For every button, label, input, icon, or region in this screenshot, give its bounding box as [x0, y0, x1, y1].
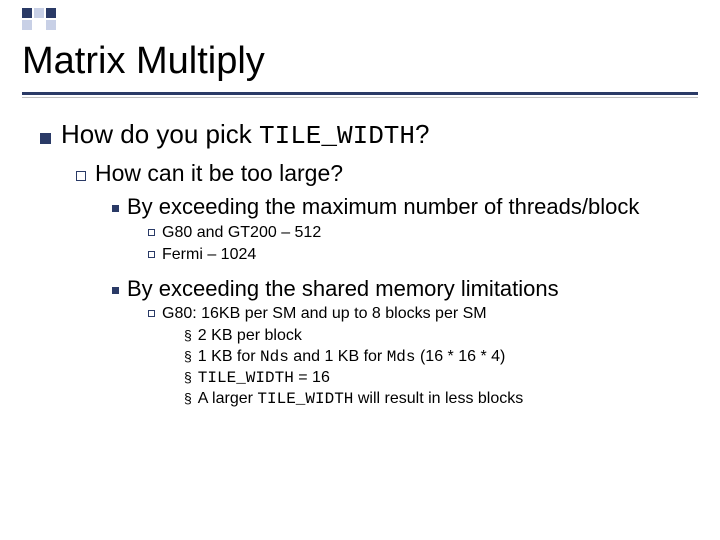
divider-thin	[22, 97, 698, 98]
text: G80 and GT200 – 512	[162, 224, 321, 241]
slide: Matrix Multiply How do you pick TILE_WID…	[0, 0, 720, 540]
slide-title: Matrix Multiply	[22, 40, 265, 83]
code-text: Nds	[260, 348, 289, 366]
code-text: TILE_WIDTH	[257, 390, 353, 408]
text: will result in less blocks	[353, 390, 523, 407]
slide-body: How do you pick TILE_WIDTH? How can it b…	[40, 118, 698, 410]
bullet-level2: How can it be too large?	[76, 159, 698, 188]
small-hollow-bullet-icon	[148, 229, 155, 236]
text: 1 KB for	[198, 348, 260, 365]
small-hollow-bullet-icon	[148, 251, 155, 258]
code-text: Mds	[387, 348, 416, 366]
text: G80: 16KB per SM and up to 8 blocks per …	[162, 305, 487, 322]
text: By exceeding the shared memory limitatio…	[127, 276, 559, 301]
corner-decoration	[22, 8, 58, 32]
section-bullet-icon: §	[184, 369, 192, 387]
bullet-level5: § 1 KB for Nds and 1 KB for Mds (16 * 16 …	[184, 347, 698, 367]
bullet-level5-group: § 2 KB per block § 1 KB for Nds and 1 KB f…	[184, 326, 698, 409]
bullet-level3: By exceeding the maximum number of threa…	[112, 193, 698, 221]
text: A larger	[198, 390, 258, 407]
bullet-level5: § 2 KB per block	[184, 326, 698, 346]
section-bullet-icon: §	[184, 390, 192, 408]
text: 2 KB per block	[198, 327, 302, 344]
text: By exceeding the maximum number of threa…	[127, 194, 639, 219]
text: (16 * 16 * 4)	[416, 348, 506, 365]
text: = 16	[294, 369, 330, 386]
text: How can it be too large?	[95, 160, 343, 186]
small-square-bullet-icon	[112, 205, 119, 212]
bullet-level3: By exceeding the shared memory limitatio…	[112, 275, 698, 303]
square-bullet-icon	[40, 133, 51, 144]
text: ?	[415, 119, 429, 149]
bullet-level4: G80: 16KB per SM and up to 8 blocks per …	[148, 304, 698, 324]
bullet-level4: Fermi – 1024	[148, 245, 698, 265]
divider-thick	[22, 92, 698, 95]
small-square-bullet-icon	[112, 287, 119, 294]
section-bullet-icon: §	[184, 327, 192, 345]
bullet-level1: How do you pick TILE_WIDTH?	[40, 118, 698, 153]
code-text: TILE_WIDTH	[259, 121, 415, 151]
bullet-level4: G80 and GT200 – 512	[148, 223, 698, 243]
small-hollow-bullet-icon	[148, 310, 155, 317]
code-text: TILE_WIDTH	[198, 369, 294, 387]
text: and 1 KB for	[289, 348, 387, 365]
hollow-square-bullet-icon	[76, 171, 86, 181]
bullet-level5: § TILE_WIDTH = 16	[184, 368, 698, 388]
text: How do you pick	[61, 119, 259, 149]
text: Fermi – 1024	[162, 246, 256, 263]
bullet-level5: § A larger TILE_WIDTH will result in less…	[184, 389, 698, 409]
section-bullet-icon: §	[184, 348, 192, 366]
